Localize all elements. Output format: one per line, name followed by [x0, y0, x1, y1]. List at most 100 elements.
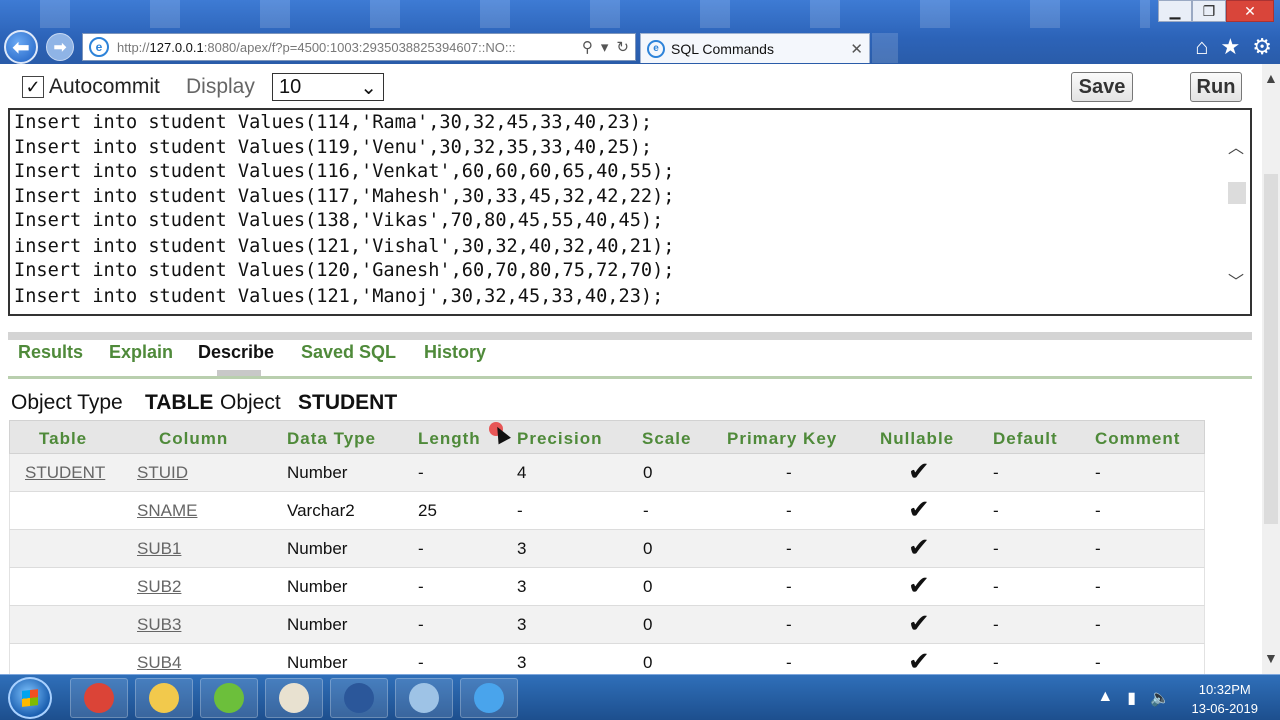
nullable-check-icon: ✔ [908, 532, 930, 562]
object-label: Object [220, 391, 281, 414]
code-line: Insert into student Values(119,'Venu',30… [14, 137, 653, 158]
settings-gear-icon[interactable]: ⚙ [1252, 34, 1272, 60]
table-cell: - [418, 463, 424, 482]
close-window-button[interactable]: ✕ [1226, 0, 1274, 22]
close-tab-icon[interactable]: ✕ [850, 40, 863, 58]
autocommit-checkbox[interactable]: ✓ [22, 76, 44, 98]
panel-divider [8, 332, 1252, 340]
column-name-link[interactable]: SUB1 [137, 539, 181, 559]
taskbar-app-button[interactable] [200, 678, 258, 718]
column-name-link[interactable]: SUB3 [137, 615, 181, 635]
table-cell: - [1095, 463, 1101, 482]
table-cell: - [786, 501, 792, 520]
start-button[interactable] [8, 677, 52, 719]
system-clock[interactable]: 10:32PM 13-06-2019 [1192, 680, 1259, 718]
table-cell: - [993, 615, 999, 634]
table-row: STUDENT STUID Number - 4 0 - ✔ - - [9, 454, 1205, 492]
table-cell: - [786, 539, 792, 558]
address-bar[interactable]: e http://127.0.0.1:8080/apex/f?p=4500:10… [82, 33, 636, 61]
nullable-check-icon: ✔ [908, 494, 930, 524]
battery-icon[interactable]: ▮ [1127, 688, 1136, 708]
search-icon[interactable]: ⚲ [582, 38, 593, 56]
minimize-button[interactable]: ▁ [1158, 0, 1192, 22]
url-prefix: http:// [117, 39, 150, 55]
show-hidden-icons-icon[interactable]: ▲ [1097, 688, 1113, 708]
table-cell: - [786, 463, 792, 482]
tally-icon [279, 683, 309, 713]
code-line: Insert into student Values(121,'Manoj',3… [14, 286, 664, 307]
table-cell: 0 [643, 539, 653, 558]
tab-history[interactable]: History [424, 342, 486, 363]
new-tab-button[interactable] [872, 33, 898, 63]
internet-explorer-icon [474, 683, 504, 713]
taskbar-app-button[interactable] [70, 678, 128, 718]
table-cell: 0 [643, 653, 653, 672]
column-header-default: Default [993, 429, 1058, 448]
table-cell: - [786, 577, 792, 596]
editor-scrollbar[interactable]: ︿ ﹀ [1226, 130, 1246, 291]
table-cell: - [993, 653, 999, 672]
display-rows-select[interactable]: 10 ⌄ [272, 73, 384, 101]
column-name-link[interactable]: SUB4 [137, 653, 181, 673]
column-name-link[interactable]: SUB2 [137, 577, 181, 597]
run-button[interactable]: Run [1190, 72, 1242, 102]
tabs-baseline [8, 376, 1252, 379]
code-line: insert into student Values(121,'Vishal',… [14, 236, 675, 257]
save-button[interactable]: Save [1071, 72, 1133, 102]
object-type-value: TABLE [145, 391, 214, 414]
url-text[interactable]: http://127.0.0.1:8080/apex/f?p=4500:1003… [117, 40, 582, 55]
refresh-icon[interactable]: ↻ [616, 38, 629, 56]
home-icon[interactable]: ⌂ [1195, 34, 1208, 60]
nullable-check-icon: ✔ [908, 570, 930, 600]
table-cell: 3 [517, 615, 527, 634]
tab-saved-sql[interactable]: Saved SQL [301, 342, 396, 363]
table-cell: 25 [418, 501, 437, 520]
taskbar-app-button[interactable] [265, 678, 323, 718]
browser-tab-sql-commands[interactable]: e SQL Commands ✕ [640, 33, 870, 63]
chevron-down-icon[interactable]: ﹀ [1226, 268, 1246, 291]
column-header-comment: Comment [1095, 429, 1181, 448]
table-name-link[interactable]: STUDENT [25, 463, 105, 483]
taskbar-app-button[interactable] [135, 678, 193, 718]
maximize-button[interactable]: ❐ [1192, 0, 1226, 22]
back-button[interactable]: ⬅ [4, 30, 38, 64]
chevron-up-icon[interactable]: ▲ [1264, 70, 1278, 86]
page-scrollbar[interactable]: ▲ ▼ [1262, 64, 1280, 674]
chevron-up-icon[interactable]: ︿ [1226, 134, 1246, 157]
taskbar-app-button[interactable] [395, 678, 453, 718]
column-header-nullable: Nullable [880, 429, 955, 448]
page-scroll-thumb[interactable] [1264, 174, 1278, 524]
sql-editor[interactable]: Insert into student Values(114,'Rama',30… [8, 108, 1252, 316]
chrome-icon [84, 683, 114, 713]
table-cell: 4 [517, 463, 527, 482]
dropdown-arrow-icon[interactable]: ▾ [601, 38, 609, 56]
column-header-column: Column [159, 429, 229, 448]
table-row: SUB2 Number - 3 0 - ✔ - - [9, 568, 1205, 606]
tab-describe[interactable]: Describe [198, 342, 274, 363]
chevron-down-icon[interactable]: ▼ [1264, 650, 1278, 666]
table-cell: 0 [643, 463, 653, 482]
display-rows-value: 10 [279, 75, 302, 98]
table-cell: - [1095, 539, 1101, 558]
forward-button[interactable]: ➡ [46, 33, 74, 61]
taskbar-app-button[interactable] [330, 678, 388, 718]
favorites-star-icon[interactable]: ★ [1221, 34, 1241, 60]
table-cell: Number [287, 463, 348, 482]
table-cell: 0 [643, 615, 653, 634]
tab-explain[interactable]: Explain [109, 342, 173, 363]
table-cell: Number [287, 615, 348, 634]
autocommit-label: Autocommit [49, 75, 160, 98]
editor-scroll-thumb[interactable] [1228, 182, 1246, 204]
object-value: STUDENT [298, 391, 398, 414]
chevron-down-icon: ⌄ [360, 76, 377, 99]
table-cell: 3 [517, 577, 527, 596]
taskbar-app-button[interactable] [460, 678, 518, 718]
column-name-link[interactable]: STUID [137, 463, 188, 483]
table-cell: - [1095, 615, 1101, 634]
tab-results[interactable]: Results [18, 342, 83, 363]
column-name-link[interactable]: SNAME [137, 501, 197, 521]
arrow-right-icon: ➡ [53, 39, 67, 56]
volume-icon[interactable]: 🔈 [1150, 688, 1170, 708]
table-cell: 3 [517, 653, 527, 672]
code-line: Insert into student Values(114,'Rama',30… [14, 112, 653, 133]
